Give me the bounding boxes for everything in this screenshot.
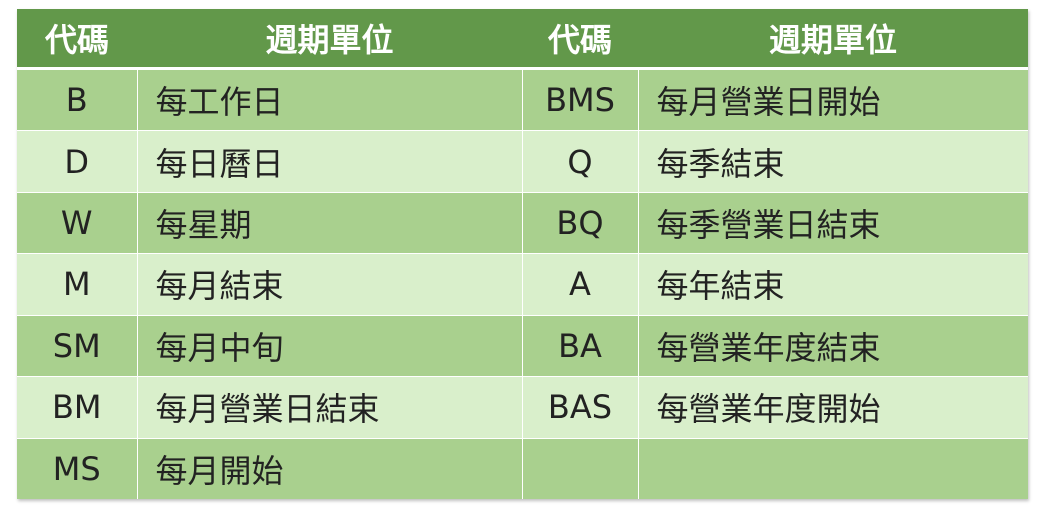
unit-cell: 每營業年度結束 — [638, 314, 1028, 377]
code-cell: A — [522, 253, 639, 316]
table-row: MS 每月開始 — [17, 437, 1028, 499]
code-cell: MS — [17, 437, 138, 499]
unit-cell: 每月結束 — [137, 253, 523, 316]
unit-cell: 每季營業日結束 — [638, 191, 1028, 254]
header-row: 代碼 週期單位 代碼 週期單位 — [17, 9, 1028, 70]
code-cell: B — [17, 67, 138, 131]
unit-cell: 每日曆日 — [137, 130, 523, 193]
unit-cell: 每月中旬 — [137, 314, 523, 377]
frequency-table: 代碼 週期單位 代碼 週期單位 B 每工作日 BMS 每月營業日開始 D 每日曆… — [17, 9, 1028, 499]
code-cell — [522, 437, 639, 499]
unit-cell: 每月營業日結束 — [137, 376, 523, 439]
code-cell: BAS — [522, 376, 639, 439]
unit-cell: 每月營業日開始 — [638, 67, 1028, 131]
code-cell: M — [17, 253, 138, 316]
code-cell: W — [17, 191, 138, 254]
cropped-caption — [0, 0, 1061, 8]
table-row: M 每月結束 A 每年結束 — [17, 253, 1028, 316]
code-cell: BMS — [522, 67, 639, 131]
unit-cell: 每月開始 — [137, 437, 523, 499]
code-cell: BQ — [522, 191, 639, 254]
unit-cell: 每星期 — [137, 191, 523, 254]
code-cell: BA — [522, 314, 639, 377]
unit-cell: 每年結束 — [638, 253, 1028, 316]
header-unit-1: 週期單位 — [137, 9, 522, 70]
table-row: SM 每月中旬 BA 每營業年度結束 — [17, 314, 1028, 377]
code-cell: BM — [17, 376, 138, 439]
table-row: W 每星期 BQ 每季營業日結束 — [17, 191, 1028, 254]
header-unit-2: 週期單位 — [638, 9, 1028, 70]
table-row: BM 每月營業日結束 BAS 每營業年度開始 — [17, 376, 1028, 439]
table-row: D 每日曆日 Q 每季結束 — [17, 130, 1028, 193]
unit-cell: 每季結束 — [638, 130, 1028, 193]
unit-cell: 每工作日 — [137, 67, 523, 131]
frequency-code-table: 代碼 週期單位 代碼 週期單位 B 每工作日 BMS 每月營業日開始 D 每日曆… — [17, 9, 1028, 499]
header-code-2: 代碼 — [522, 9, 638, 70]
table-row: B 每工作日 BMS 每月營業日開始 — [17, 67, 1028, 131]
header-code-1: 代碼 — [17, 9, 137, 70]
code-cell: SM — [17, 314, 138, 377]
unit-cell: 每營業年度開始 — [638, 376, 1028, 439]
unit-cell — [638, 437, 1028, 499]
code-cell: D — [17, 130, 138, 193]
code-cell: Q — [522, 130, 639, 193]
